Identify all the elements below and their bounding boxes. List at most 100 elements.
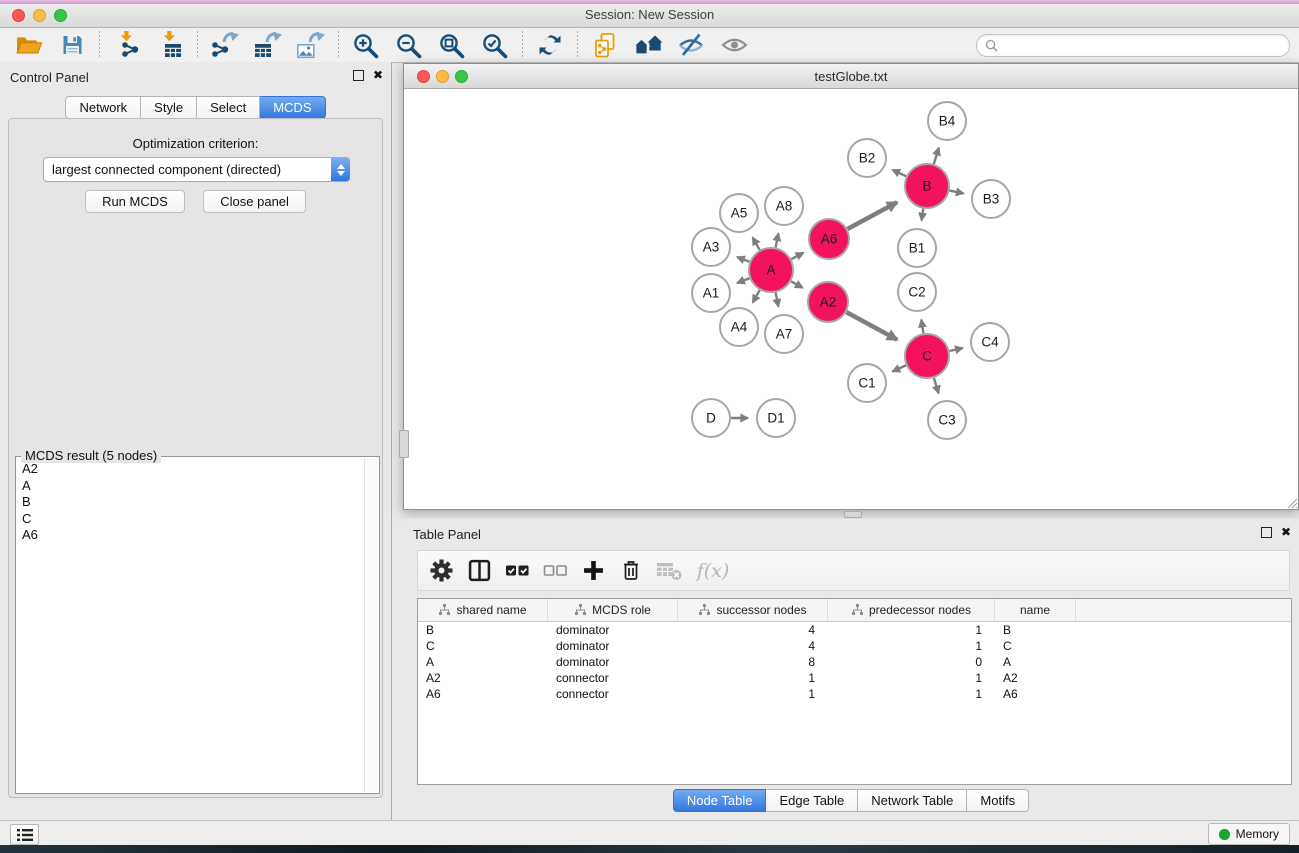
graph-node-D[interactable]: D [692, 399, 730, 437]
graph-node-B4[interactable]: B4 [928, 102, 966, 140]
graph-node-C[interactable]: C [905, 334, 949, 378]
graph-edge-A2-C[interactable] [846, 312, 897, 340]
tab-edge-table[interactable]: Edge Table [766, 789, 858, 812]
graph-node-A8[interactable]: A8 [765, 187, 803, 225]
network-canvas[interactable]: AA1A2A3A4A5A6A7A8BB1B2B3B4CC1C2C3C4DD1 [404, 89, 1298, 508]
graph-node-A[interactable]: A [749, 248, 793, 292]
delete-columns-icon[interactable] [616, 555, 646, 587]
tab-network[interactable]: Network [65, 96, 141, 119]
close-table-panel-icon[interactable]: ✖ [1281, 527, 1291, 538]
graph-edge-C-C1[interactable] [893, 365, 907, 371]
zoom-selected-icon[interactable] [477, 30, 513, 60]
bottom-splitter-grip[interactable] [844, 511, 862, 518]
search-box[interactable] [976, 34, 1290, 57]
table-row[interactable]: A6connector11A6 [418, 686, 1291, 702]
graph-node-C1[interactable]: C1 [848, 364, 886, 402]
graph-edge-A-A6[interactable] [791, 253, 803, 260]
graph-node-A2[interactable]: A2 [808, 282, 848, 322]
refresh-icon[interactable] [532, 30, 568, 60]
graph-node-A4[interactable]: A4 [720, 308, 758, 346]
open-session-icon[interactable] [11, 30, 47, 60]
delete-table-icon[interactable] [654, 555, 684, 587]
network-window-titlebar[interactable]: testGlobe.txt [404, 64, 1298, 89]
graph-node-A3[interactable]: A3 [692, 228, 730, 266]
graph-edge-A6-B[interactable] [848, 202, 898, 229]
select-all-icon[interactable] [502, 555, 532, 587]
graph-node-B3[interactable]: B3 [972, 180, 1010, 218]
column-header-MCDS-role[interactable]: MCDS role [548, 599, 678, 621]
close-panel-icon[interactable]: ✖ [373, 70, 383, 81]
show-graphics-details-icon[interactable] [716, 30, 752, 60]
mcds-result-item[interactable]: A6 [16, 527, 364, 544]
tab-motifs[interactable]: Motifs [967, 789, 1029, 812]
run-mcds-button[interactable]: Run MCDS [85, 190, 185, 213]
graph-node-B1[interactable]: B1 [898, 229, 936, 267]
graph-node-D1[interactable]: D1 [757, 399, 795, 437]
graph-node-C4[interactable]: C4 [971, 323, 1009, 361]
table-row[interactable]: Bdominator41B [418, 622, 1291, 638]
graph-edge-A-A3[interactable] [737, 257, 749, 262]
graph-edge-A-A5[interactable] [753, 237, 760, 250]
graph-edge-A-A1[interactable] [737, 278, 749, 283]
tab-style[interactable]: Style [141, 96, 197, 119]
export-table-icon[interactable] [250, 30, 286, 60]
graph-edge-A-A7[interactable] [776, 293, 779, 307]
resize-grip-icon[interactable] [1286, 497, 1298, 509]
graph-node-A5[interactable]: A5 [720, 194, 758, 232]
export-image-icon[interactable] [293, 30, 329, 60]
export-network-icon[interactable] [207, 30, 243, 60]
graph-edge-B-B3[interactable] [950, 191, 964, 194]
deselect-all-icon[interactable] [540, 555, 570, 587]
table-row[interactable]: Adominator80A [418, 654, 1291, 670]
create-column-icon[interactable] [578, 555, 608, 587]
memory-button[interactable]: Memory [1208, 823, 1290, 845]
float-panel-icon[interactable] [353, 70, 364, 81]
graph-node-B[interactable]: B [905, 164, 949, 208]
mcds-result-item[interactable]: A [16, 478, 364, 495]
graph-edge-A-A8[interactable] [776, 233, 779, 247]
table-row[interactable]: A2connector11A2 [418, 670, 1291, 686]
save-session-icon[interactable] [54, 30, 90, 60]
zoom-out-icon[interactable] [391, 30, 427, 60]
graph-edge-C-C3[interactable] [934, 378, 939, 393]
graph-edge-C-C2[interactable] [921, 320, 923, 334]
graph-edge-B-B2[interactable] [892, 170, 906, 177]
graph-node-B2[interactable]: B2 [848, 139, 886, 177]
result-scrollbar[interactable] [364, 458, 378, 792]
task-history-button[interactable] [10, 824, 39, 845]
home-icon[interactable] [630, 30, 666, 60]
tab-node-table[interactable]: Node Table [673, 789, 767, 812]
optimization-select[interactable]: largest connected component (directed) [43, 157, 350, 182]
graph-node-C3[interactable]: C3 [928, 401, 966, 439]
settings-icon[interactable] [426, 555, 456, 587]
graph-edge-C-C4[interactable] [950, 348, 963, 351]
graph-node-C2[interactable]: C2 [898, 273, 936, 311]
tab-mcds[interactable]: MCDS [260, 96, 325, 119]
tab-network-table[interactable]: Network Table [858, 789, 967, 812]
graph-node-A7[interactable]: A7 [765, 315, 803, 353]
column-header-successor-nodes[interactable]: successor nodes [678, 599, 828, 621]
hide-graphics-details-icon[interactable] [673, 30, 709, 60]
table-row[interactable]: Cdominator41C [418, 638, 1291, 654]
graph-edge-B-B4[interactable] [934, 148, 939, 164]
mcds-result-item[interactable]: C [16, 511, 364, 528]
graph-edge-B-B1[interactable] [922, 209, 924, 221]
float-table-panel-icon[interactable] [1261, 527, 1272, 538]
tab-select[interactable]: Select [197, 96, 260, 119]
columns-icon[interactable] [464, 555, 494, 587]
column-header-name[interactable]: name [995, 599, 1076, 621]
zoom-in-icon[interactable] [348, 30, 384, 60]
import-table-icon[interactable] [152, 30, 188, 60]
mcds-result-item[interactable]: A2 [16, 461, 364, 478]
splitter-grip[interactable] [399, 430, 409, 458]
column-header-predecessor-nodes[interactable]: predecessor nodes [828, 599, 995, 621]
apply-function-icon[interactable]: f(x) [692, 555, 734, 587]
close-panel-button[interactable]: Close panel [203, 190, 306, 213]
graph-edge-A-A4[interactable] [753, 290, 760, 303]
import-network-icon[interactable] [109, 30, 145, 60]
graph-edge-A-A2[interactable] [791, 281, 803, 288]
graph-node-A1[interactable]: A1 [692, 274, 730, 312]
duplicate-network-icon[interactable] [587, 30, 623, 60]
search-input[interactable] [1003, 37, 1281, 54]
zoom-fit-icon[interactable] [434, 30, 470, 60]
